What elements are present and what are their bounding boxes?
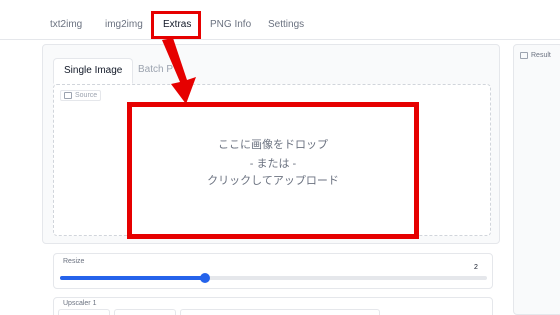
result-label: Result bbox=[520, 52, 551, 59]
dropzone-highlight-box bbox=[127, 102, 419, 239]
upscaler-option[interactable] bbox=[180, 309, 380, 315]
resize-slider-fill bbox=[60, 276, 206, 280]
resize-slider[interactable] bbox=[60, 273, 487, 283]
upscaler-option[interactable] bbox=[114, 309, 176, 315]
upscaler-label: Upscaler 1 bbox=[63, 300, 97, 307]
upscaler-option[interactable] bbox=[58, 309, 110, 315]
main-tab-bar: txt2img img2img Extras PNG Info Settings bbox=[0, 0, 560, 40]
image-icon bbox=[520, 52, 528, 59]
arrow-annotation bbox=[162, 38, 196, 104]
tab-png-info[interactable]: PNG Info bbox=[210, 19, 251, 30]
resize-value[interactable]: 2 bbox=[474, 264, 478, 271]
image-icon bbox=[64, 92, 72, 99]
result-label-text: Result bbox=[531, 52, 551, 59]
resize-label: Resize bbox=[63, 258, 85, 265]
result-panel bbox=[513, 44, 560, 315]
tab-settings[interactable]: Settings bbox=[268, 19, 304, 30]
resize-control bbox=[53, 253, 493, 289]
source-label: Source bbox=[60, 90, 102, 101]
tab-img2img[interactable]: img2img bbox=[105, 19, 143, 30]
tab-txt2img[interactable]: txt2img bbox=[50, 19, 82, 30]
extras-tab-highlight-box bbox=[151, 11, 201, 39]
subtab-single-image[interactable]: Single Image bbox=[53, 58, 134, 84]
source-label-text: Source bbox=[75, 92, 98, 99]
